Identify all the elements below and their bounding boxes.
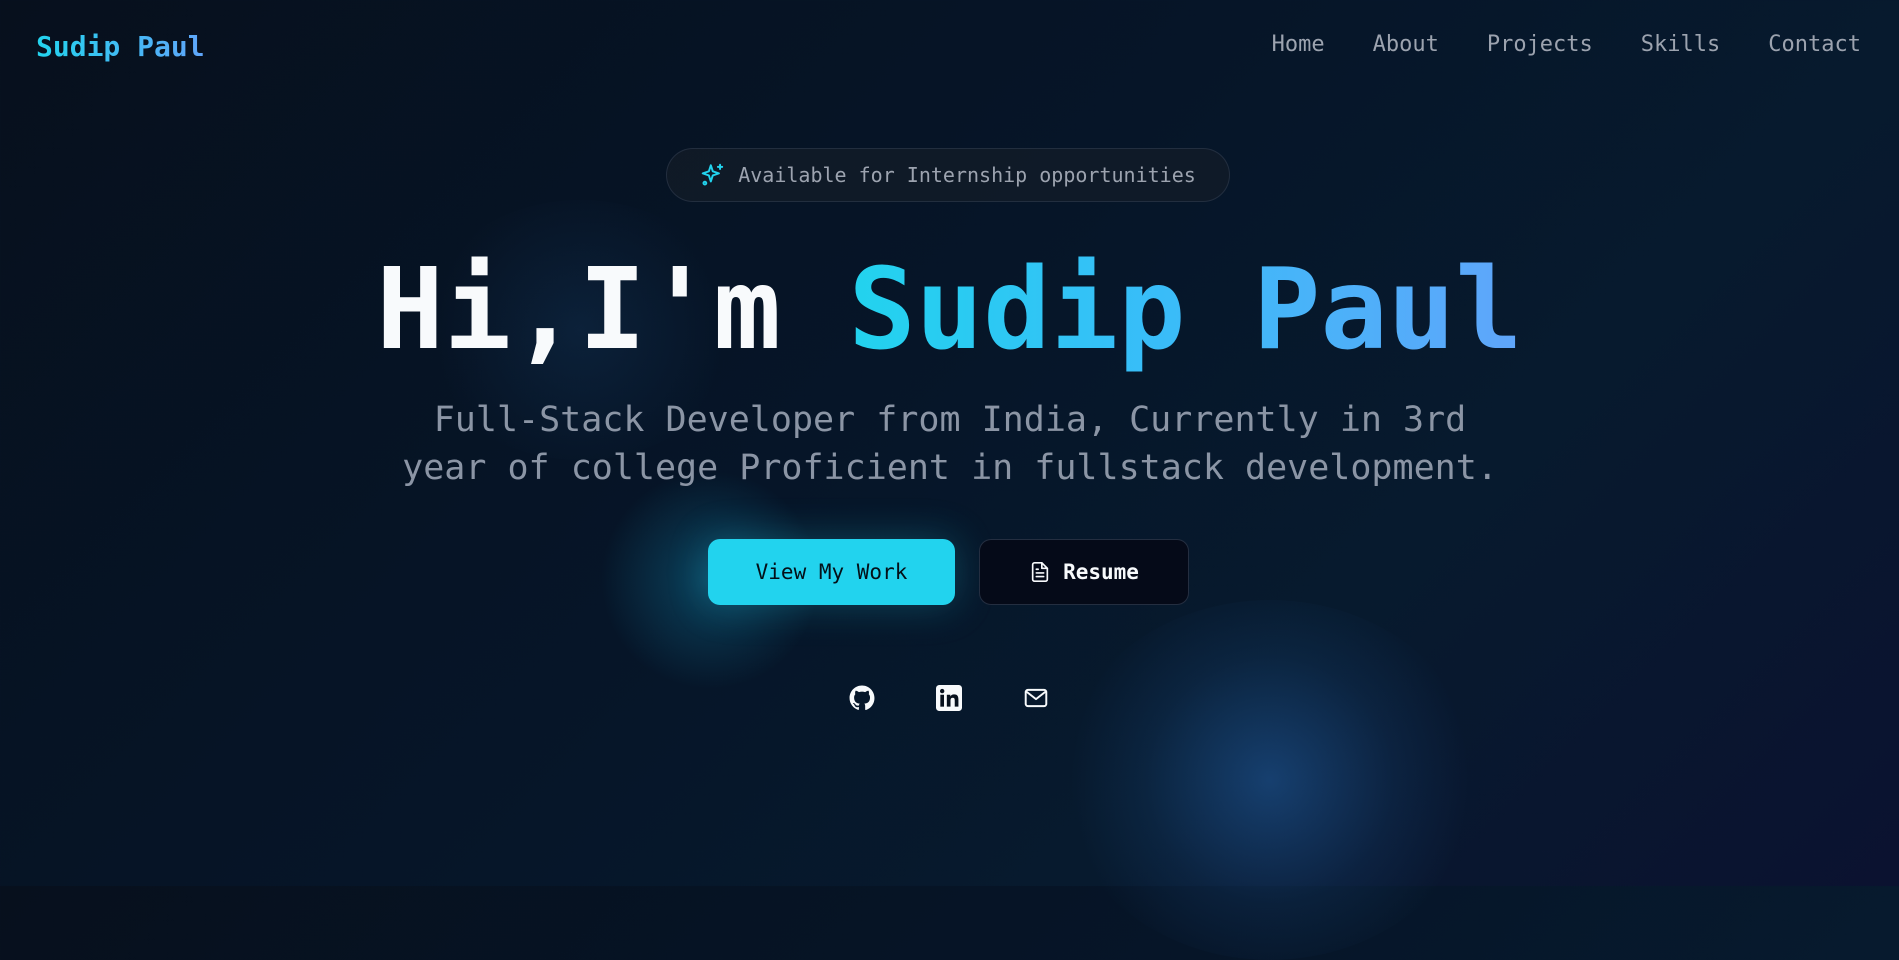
availability-text: Available for Internship opportunities [738, 163, 1196, 187]
view-my-work-button[interactable]: View My Work [708, 539, 955, 605]
nav-link-contact[interactable]: Contact [1768, 32, 1861, 57]
nav-link-projects[interactable]: Projects [1487, 32, 1593, 57]
sparkles-icon [700, 162, 726, 188]
hero-headline: Hi,I'm Sudip Paul [0, 245, 1899, 375]
nav-link-skills[interactable]: Skills [1641, 32, 1720, 57]
nav-link-about[interactable]: About [1373, 32, 1439, 57]
github-icon[interactable] [848, 684, 876, 712]
nav-menu: Home About Projects Skills Contact [1272, 32, 1861, 57]
document-icon [1029, 560, 1051, 584]
nav-link-home[interactable]: Home [1272, 32, 1325, 57]
resume-button[interactable]: Resume [979, 539, 1189, 605]
hero-greeting: Hi,I'm [376, 245, 781, 375]
linkedin-icon[interactable] [935, 684, 963, 712]
hero-name: Sudip Paul [848, 245, 1523, 375]
hero-subtitle: Full-Stack Developer from India, Current… [380, 396, 1520, 492]
availability-badge: Available for Internship opportunities [666, 148, 1230, 202]
hero-subtitle-line: Full-Stack Developer from India, Current… [433, 400, 1467, 440]
resume-label: Resume [1063, 560, 1139, 584]
site-logo[interactable]: Sudip Paul [36, 30, 205, 63]
hero-subtitle-line: year of college Proficient in fullstack … [402, 448, 1498, 488]
mail-icon[interactable] [1022, 684, 1050, 712]
background-glow [1060, 600, 1480, 960]
top-navigation: Sudip Paul Home About Projects Skills Co… [0, 0, 1899, 96]
view-my-work-label: View My Work [755, 560, 908, 584]
